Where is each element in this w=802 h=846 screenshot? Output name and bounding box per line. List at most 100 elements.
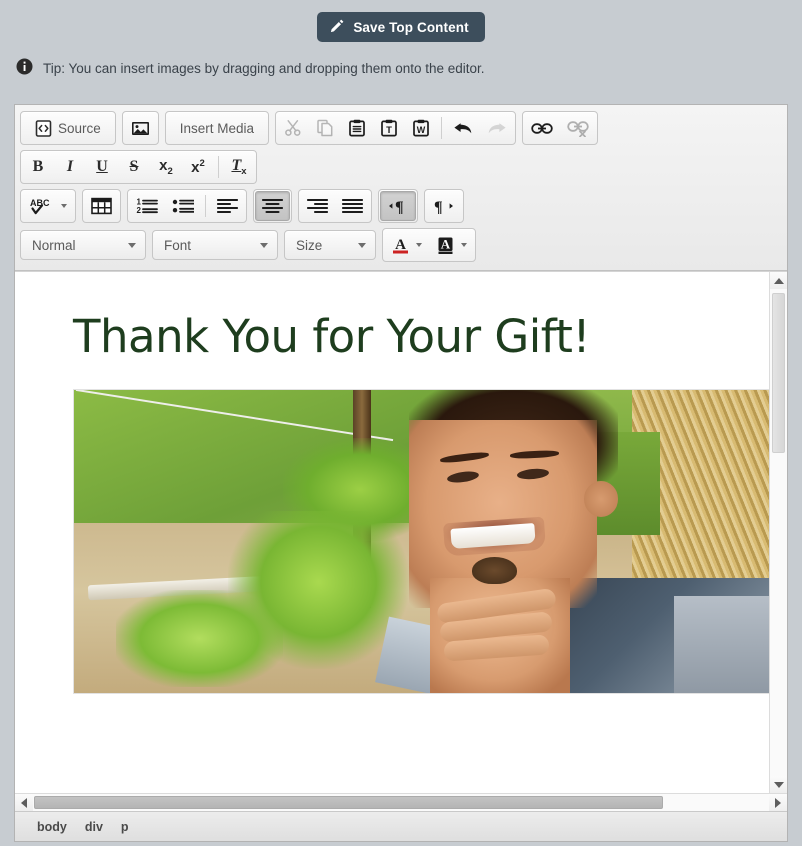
ltr-button[interactable]: ¶ <box>380 191 416 221</box>
scroll-left-arrow-icon <box>21 797 27 808</box>
toolbar-group-spellcheck: ABC <box>20 189 76 223</box>
paste-as-text-button[interactable]: T <box>373 113 405 143</box>
bulleted-list-button[interactable] <box>165 191 201 221</box>
editor-toolbar: Source Insert Media T W B I U S x2 x2 Tx… <box>15 105 787 271</box>
strikethrough-button[interactable]: S <box>118 152 150 182</box>
text-color-icon: A <box>391 236 410 255</box>
copy-button[interactable] <box>309 113 341 143</box>
text-direction-rtl-icon: ¶ <box>433 197 455 215</box>
vertical-scroll-thumb[interactable] <box>772 293 785 453</box>
toolbar-group-rtl: ¶ <box>424 189 464 223</box>
bold-icon: B <box>32 158 44 175</box>
vertical-scrollbar[interactable] <box>769 272 787 793</box>
paste-from-word-button[interactable]: W <box>405 113 437 143</box>
toolbar-group-paragraph: 1 2 <box>127 189 247 223</box>
undo-arrow-icon <box>453 120 473 136</box>
underline-button[interactable]: U <box>86 152 118 182</box>
underline-icon: U <box>96 158 108 175</box>
align-left-icon <box>217 198 238 214</box>
background-color-button[interactable]: A <box>429 230 474 260</box>
scroll-left-button[interactable] <box>15 794 33 811</box>
toolbar-group-colors: A A <box>382 228 476 262</box>
horizontal-scrollbar[interactable] <box>15 793 787 811</box>
italic-button[interactable]: I <box>54 152 86 182</box>
link-button[interactable] <box>524 113 560 143</box>
unlink-icon <box>567 120 589 137</box>
toolbar-group-media: Insert Media <box>164 111 270 145</box>
align-center-icon <box>262 198 283 214</box>
info-icon <box>16 58 33 78</box>
paste-button[interactable] <box>341 113 373 143</box>
svg-text:¶: ¶ <box>434 199 443 215</box>
editor-content-area: Thank You for Your Gift! <box>15 271 787 793</box>
toolbar-group-table <box>82 189 121 223</box>
chevron-down-icon <box>260 242 268 248</box>
unlink-button[interactable] <box>560 113 596 143</box>
font-size-select[interactable]: Size <box>284 230 376 260</box>
tip-bar: Tip: You can insert images by dragging a… <box>0 48 802 90</box>
paragraph-format-select[interactable]: Normal <box>20 230 146 260</box>
svg-text:W: W <box>417 125 426 135</box>
remove-format-button[interactable]: Tx <box>223 152 255 182</box>
svg-text:¶: ¶ <box>395 199 404 215</box>
source-button[interactable]: Source <box>22 113 114 143</box>
superscript-button[interactable]: x2 <box>182 152 214 182</box>
vertical-scroll-track[interactable] <box>770 289 787 776</box>
scroll-right-button[interactable] <box>769 794 787 811</box>
align-justify-icon <box>342 198 363 214</box>
bold-button[interactable]: B <box>22 152 54 182</box>
align-center-button[interactable] <box>255 191 290 221</box>
element-path-body[interactable]: body <box>37 820 67 834</box>
image-button[interactable] <box>124 113 157 143</box>
document-image[interactable] <box>73 389 769 694</box>
toolbar-row-3: ABC 1 2 ¶ ¶ <box>20 189 782 223</box>
cut-button[interactable] <box>277 113 309 143</box>
align-justify-button[interactable] <box>335 191 370 221</box>
element-path-bar: body div p <box>15 811 787 841</box>
align-right-button[interactable] <box>300 191 335 221</box>
align-left-button[interactable] <box>210 191 245 221</box>
font-name-select[interactable]: Font <box>152 230 278 260</box>
table-button[interactable] <box>84 191 119 221</box>
background-color-icon: A <box>436 236 455 255</box>
chevron-down-icon <box>416 243 422 247</box>
superscript-icon: x2 <box>191 158 205 176</box>
spellcheck-button[interactable]: ABC <box>22 191 74 221</box>
source-button-label: Source <box>58 120 101 136</box>
document-heading: Thank You for Your Gift! <box>73 310 591 363</box>
element-path-p[interactable]: p <box>121 820 129 834</box>
scroll-up-button[interactable] <box>770 272 787 289</box>
horizontal-scroll-track[interactable] <box>33 794 769 811</box>
insert-media-button[interactable]: Insert Media <box>167 113 267 143</box>
insert-media-button-label: Insert Media <box>179 120 255 136</box>
paste-word-icon: W <box>412 119 430 137</box>
editable-document[interactable]: Thank You for Your Gift! <box>15 272 769 793</box>
text-color-button[interactable]: A <box>384 230 429 260</box>
scroll-down-button[interactable] <box>770 776 787 793</box>
paste-icon <box>348 119 366 137</box>
bulleted-list-icon <box>172 197 194 215</box>
numbered-list-button[interactable]: 1 2 <box>129 191 165 221</box>
scroll-right-arrow-icon <box>775 797 781 808</box>
toolbar-group-align-rest <box>298 189 372 223</box>
toolbar-group-link <box>522 111 599 145</box>
pencil-icon <box>329 18 345 37</box>
subscript-button[interactable]: x2 <box>150 152 182 182</box>
scroll-down-arrow-icon <box>773 781 784 788</box>
scroll-up-arrow-icon <box>773 277 784 284</box>
toolbar-group-align-center <box>253 189 292 223</box>
redo-button[interactable] <box>480 113 514 143</box>
subscript-icon: x2 <box>159 157 173 177</box>
element-path-div[interactable]: div <box>85 820 103 834</box>
toolbar-group-ltr: ¶ <box>378 189 418 223</box>
horizontal-scroll-thumb[interactable] <box>34 796 664 809</box>
rtl-button[interactable]: ¶ <box>426 191 462 221</box>
toolbar-row-1: Source Insert Media T W <box>20 111 782 145</box>
save-top-content-button[interactable]: Save Top Content <box>317 12 485 42</box>
italic-icon: I <box>66 158 74 175</box>
table-icon <box>91 197 112 215</box>
paste-text-icon: T <box>380 119 398 137</box>
toolbar-separator <box>205 195 206 217</box>
undo-button[interactable] <box>446 113 480 143</box>
toolbar-group-image <box>121 111 159 145</box>
